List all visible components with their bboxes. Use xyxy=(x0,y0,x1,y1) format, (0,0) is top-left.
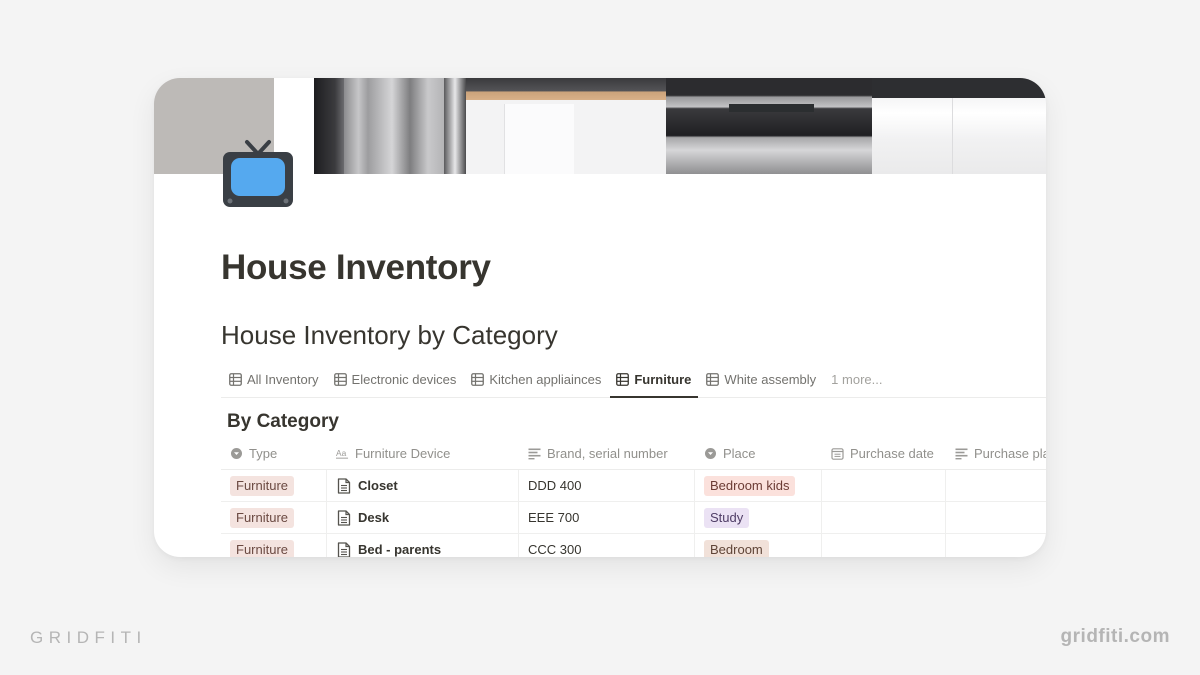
svg-text:Aa: Aa xyxy=(336,447,347,457)
text-property-icon xyxy=(528,448,541,459)
tab-white-assembly[interactable]: White assembly xyxy=(698,364,823,397)
cover-stove xyxy=(666,78,872,174)
type-tag: Furniture xyxy=(230,507,295,528)
place-cell[interactable]: Bedroom xyxy=(694,534,821,557)
tab-all-inventory[interactable]: All Inventory xyxy=(221,364,326,397)
type-cell[interactable]: Furniture xyxy=(221,470,326,501)
tab-furniture[interactable]: Furniture xyxy=(608,364,699,398)
select-icon xyxy=(231,447,242,459)
text-property-icon xyxy=(955,448,968,459)
tab-label: Kitchen appliainces xyxy=(489,372,602,387)
database-title[interactable]: House Inventory by Category xyxy=(221,320,558,351)
page-document-icon xyxy=(337,509,351,526)
column-header-brand-serial[interactable]: Brand, serial number xyxy=(518,437,694,469)
tab-electronic-devices[interactable]: Electronic devices xyxy=(326,364,464,397)
database-table: Type Aa Furniture Device Brand, serial n… xyxy=(221,437,1046,557)
table-icon xyxy=(471,373,485,386)
table-icon xyxy=(333,373,347,386)
type-cell[interactable]: Furniture xyxy=(221,534,326,557)
place-tag: Study xyxy=(704,507,750,528)
type-tag: Furniture xyxy=(230,539,295,557)
table-row[interactable]: Furniture Bed - parents CCC 300 Bedroom xyxy=(221,534,1046,557)
table-header: Type Aa Furniture Device Brand, serial n… xyxy=(221,437,1046,470)
television-icon[interactable] xyxy=(222,136,294,208)
table-row[interactable]: Furniture Closet DDD 400 Bedroom kids xyxy=(221,470,1046,502)
purchase-place-cell[interactable] xyxy=(945,534,1046,557)
brand-cell[interactable]: DDD 400 xyxy=(518,470,694,501)
purchase-date-cell[interactable] xyxy=(821,534,945,557)
name-cell[interactable]: Closet xyxy=(326,470,518,501)
place-tag: Bedroom xyxy=(704,539,769,557)
table-icon xyxy=(706,373,720,386)
column-header-purchase-date[interactable]: Purchase date xyxy=(821,437,945,469)
purchase-place-cell[interactable] xyxy=(945,470,1046,501)
brand-cell[interactable]: EEE 700 xyxy=(518,502,694,533)
purchase-place-cell[interactable] xyxy=(945,502,1046,533)
place-cell[interactable]: Study xyxy=(694,502,821,533)
column-header-place[interactable]: Place xyxy=(694,437,821,469)
purchase-date-cell[interactable] xyxy=(821,470,945,501)
place-cell[interactable]: Bedroom kids xyxy=(694,470,821,501)
select-icon xyxy=(705,447,716,459)
table-icon xyxy=(229,373,242,386)
place-tag: Bedroom kids xyxy=(704,475,796,496)
name-cell[interactable]: Desk xyxy=(326,502,518,533)
name-cell[interactable]: Bed - parents xyxy=(326,534,518,557)
more-views-button[interactable]: 1 more... xyxy=(823,364,889,397)
column-header-type[interactable]: Type xyxy=(221,437,326,469)
tab-label: All Inventory xyxy=(247,372,319,387)
page-document-icon xyxy=(337,477,351,494)
type-cell[interactable]: Furniture xyxy=(221,502,326,533)
gridfiti-wordmark: GRIDFITI xyxy=(30,628,147,647)
view-tabs: All Inventory Electronic devices Kitchen… xyxy=(221,364,1046,398)
column-header-furniture-device[interactable]: Aa Furniture Device xyxy=(326,437,518,469)
tab-label: Furniture xyxy=(634,372,692,387)
table-row[interactable]: Furniture Desk EEE 700 Study xyxy=(221,502,1046,534)
purchase-date-cell[interactable] xyxy=(821,502,945,533)
column-header-purchase-place[interactable]: Purchase place xyxy=(945,437,1046,469)
calendar-icon xyxy=(831,447,844,460)
tab-label: White assembly xyxy=(724,372,817,387)
table-icon xyxy=(616,373,630,386)
tab-kitchen-appliances[interactable]: Kitchen appliainces xyxy=(463,364,608,397)
title-property-icon: Aa xyxy=(336,447,349,459)
page-document-icon xyxy=(337,541,351,557)
gridfiti-url: gridfiti.com xyxy=(1060,626,1170,647)
brand-cell[interactable]: CCC 300 xyxy=(518,534,694,557)
tab-label: Electronic devices xyxy=(351,372,457,387)
view-title[interactable]: By Category xyxy=(227,411,339,433)
type-tag: Furniture xyxy=(230,475,295,496)
page-title[interactable]: House Inventory xyxy=(221,248,491,288)
notion-page-card: House Inventory House Inventory by Categ… xyxy=(154,78,1046,557)
